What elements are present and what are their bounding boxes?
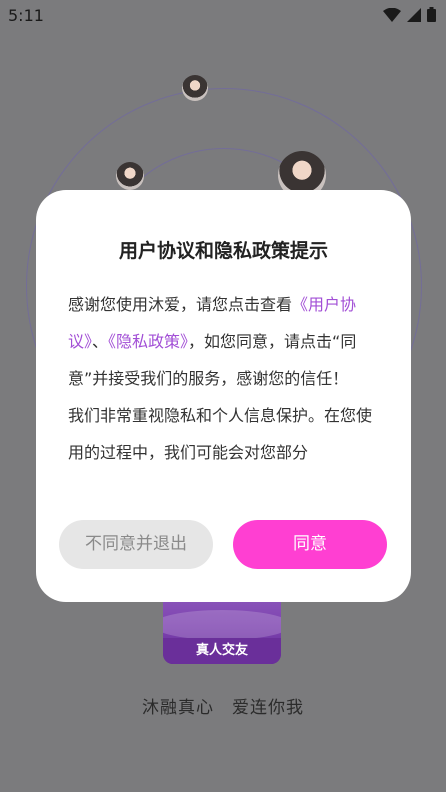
text-fade xyxy=(68,460,382,496)
decline-button[interactable]: 不同意并退出 xyxy=(59,520,213,569)
status-time: 5:11 xyxy=(8,6,44,25)
body-intro: 感谢您使用沐爱，请您点击查看 xyxy=(68,295,293,314)
status-icons xyxy=(383,7,436,22)
slogan: 沐融真心 爱连你我 xyxy=(142,698,304,718)
avatar-top xyxy=(182,75,208,101)
avatar-left xyxy=(116,162,144,190)
logo-wave xyxy=(163,610,281,640)
agree-button[interactable]: 同意 xyxy=(233,520,387,569)
battery-icon xyxy=(427,7,436,22)
body-separator: 、 xyxy=(92,332,109,351)
wifi-icon xyxy=(383,7,401,22)
signal-icon xyxy=(407,7,421,22)
logo-label: 真人交友 xyxy=(163,638,281,664)
privacy-policy-link[interactable]: 《隐私政策》 xyxy=(108,332,188,351)
dialog-title: 用户协议和隐私政策提示 xyxy=(118,240,328,262)
privacy-dialog: 用户协议和隐私政策提示 感谢您使用沐爱，请您点击查看《用户协议》、《隐私政策》，… xyxy=(36,190,411,602)
status-bar: 5:11 xyxy=(0,0,446,32)
